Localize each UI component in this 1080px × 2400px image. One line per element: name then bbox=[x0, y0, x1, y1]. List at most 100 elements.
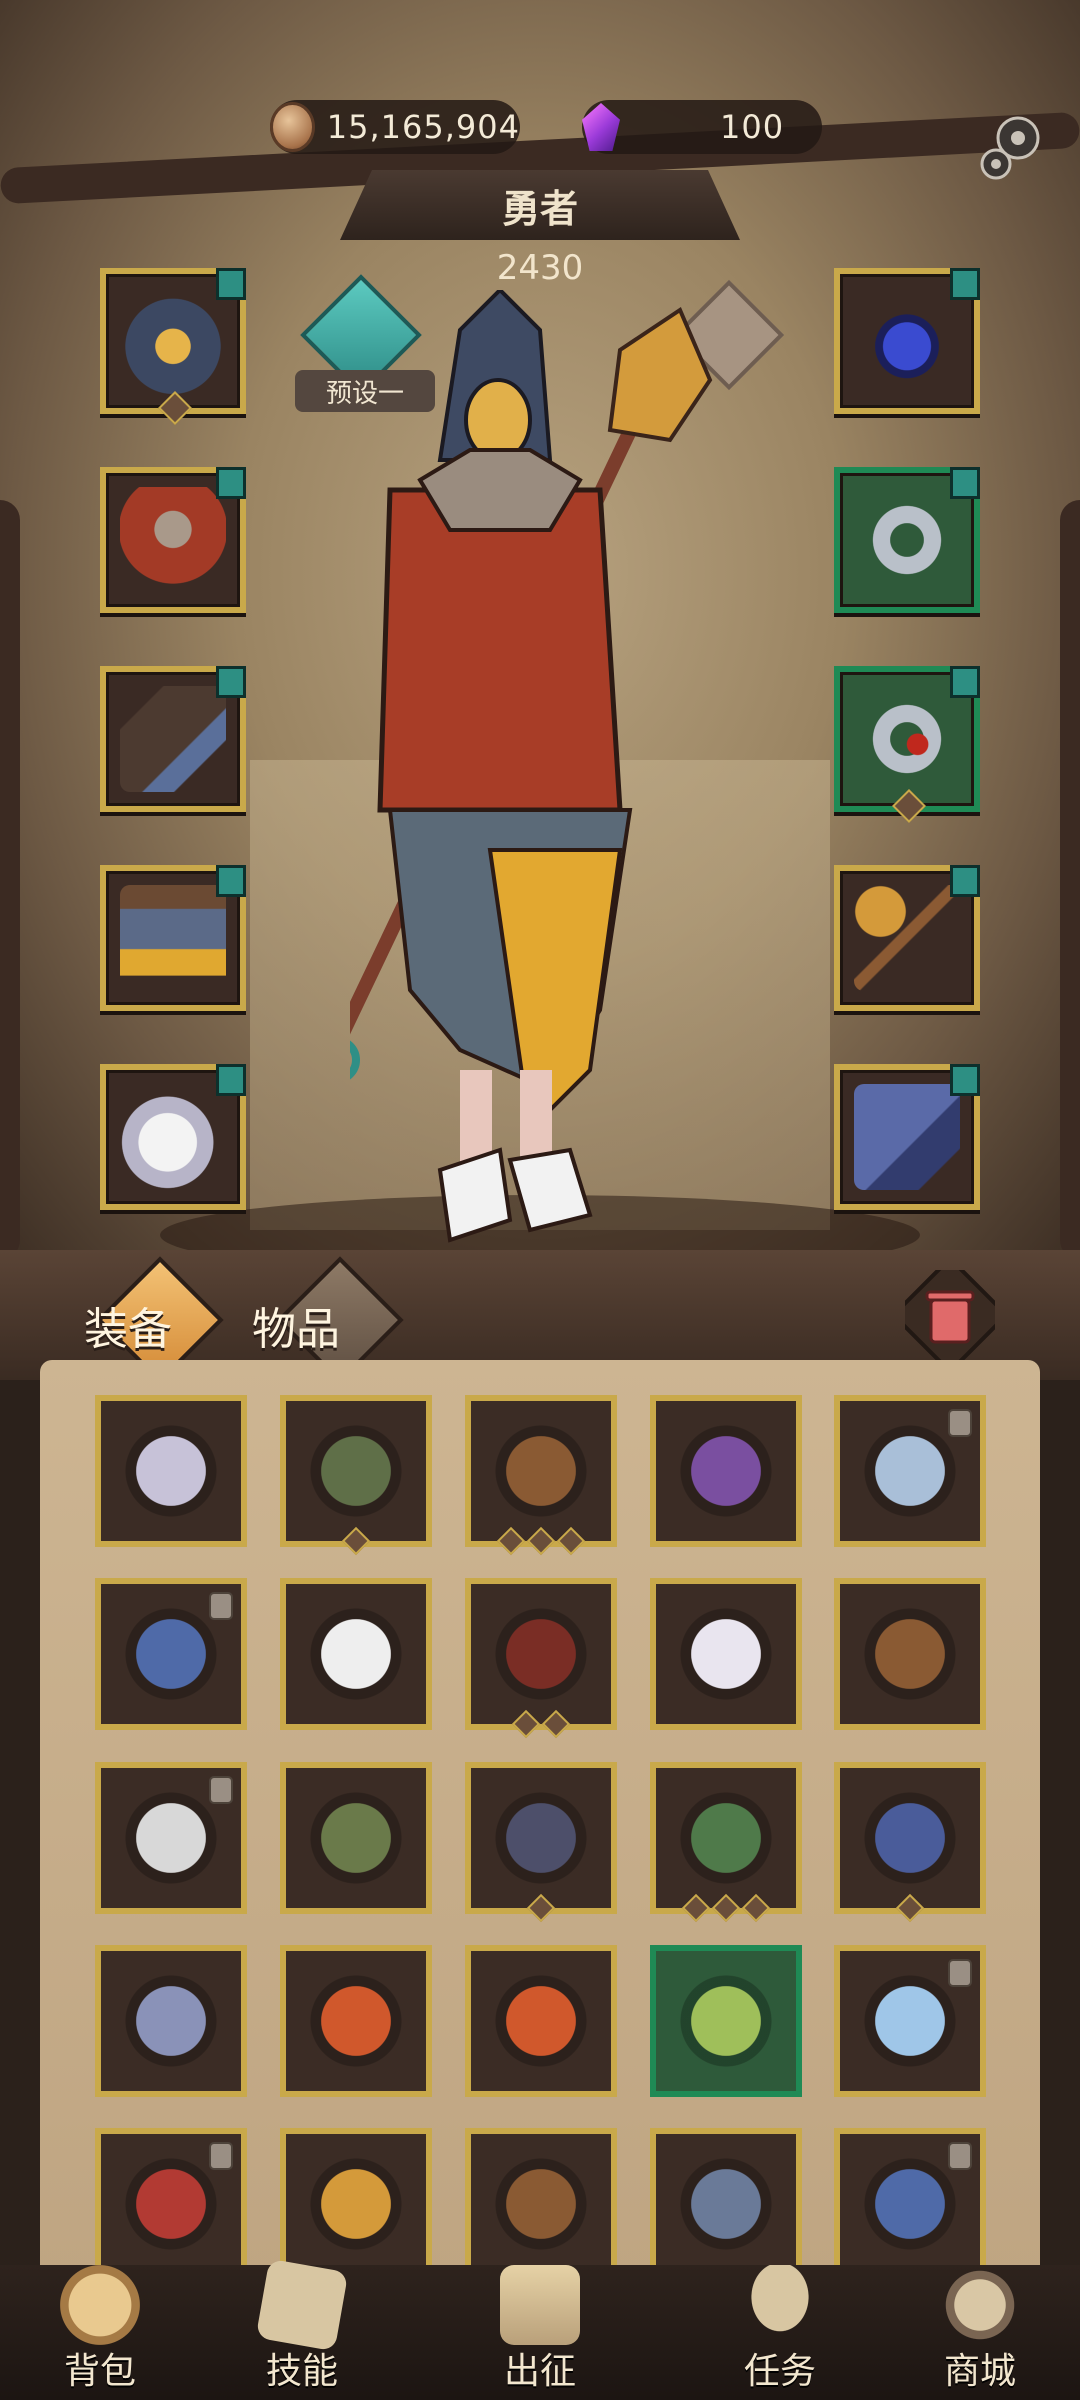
inventory-slot[interactable] bbox=[280, 1578, 432, 1730]
upgrade-pip-icon bbox=[741, 1893, 771, 1923]
inventory-slot[interactable] bbox=[95, 1945, 247, 2097]
upgrade-pip-icon bbox=[895, 1893, 925, 1923]
nav-quests[interactable]: 任务 bbox=[700, 2265, 860, 2400]
leaf-armor-icon bbox=[298, 1413, 414, 1529]
boots-icon bbox=[298, 1596, 414, 1712]
lock-icon bbox=[209, 2142, 233, 2170]
inventory-slot[interactable] bbox=[650, 1762, 802, 1923]
tab-items[interactable]: 物品 bbox=[240, 1256, 440, 1384]
inventory-slot[interactable] bbox=[650, 1945, 802, 2097]
upgrade-pips bbox=[471, 1526, 611, 1556]
inventory-slot[interactable] bbox=[465, 2128, 617, 2280]
inventory-slot[interactable] bbox=[280, 1945, 432, 2097]
spear-icon bbox=[852, 1596, 968, 1712]
inventory-slot[interactable] bbox=[95, 2128, 247, 2280]
upgrade-pips bbox=[656, 1893, 796, 1923]
inventory-slot[interactable] bbox=[280, 1395, 432, 1556]
frame-branch bbox=[0, 500, 20, 1260]
inventory-slot[interactable] bbox=[834, 1762, 986, 1923]
inventory-slot[interactable] bbox=[650, 1578, 802, 1730]
backpack-icon bbox=[60, 2265, 140, 2345]
settings-gear-icon[interactable] bbox=[972, 108, 1052, 188]
hero-class-banner: 勇者 bbox=[340, 170, 740, 240]
spear-icon bbox=[483, 1413, 599, 1529]
nav-skills-label: 技能 bbox=[265, 2351, 338, 2392]
equip-slot-weapon[interactable] bbox=[834, 865, 980, 1011]
hood-icon bbox=[120, 288, 226, 394]
inventory-slot[interactable] bbox=[465, 1578, 617, 1739]
inventory-slot[interactable] bbox=[650, 2128, 802, 2280]
inventory-slot[interactable] bbox=[834, 1945, 986, 2097]
hero-power-value: 2430 bbox=[496, 248, 584, 288]
hero-power-display: 2430 bbox=[420, 240, 660, 296]
spear-icon bbox=[483, 2146, 599, 2262]
inventory-slot[interactable] bbox=[95, 1395, 247, 1547]
quest-icon bbox=[740, 2265, 820, 2345]
glove-icon bbox=[120, 686, 226, 792]
equipped-tag-icon bbox=[950, 268, 980, 300]
hood-mask-icon bbox=[483, 1596, 599, 1712]
upgrade-pips bbox=[840, 1893, 980, 1923]
nav-shop-label: 商城 bbox=[943, 2351, 1016, 2392]
equip-slot-ring-1[interactable] bbox=[834, 467, 980, 613]
lock-icon bbox=[209, 1592, 233, 1620]
gem-icon bbox=[582, 103, 620, 151]
inventory-slot[interactable] bbox=[834, 1395, 986, 1547]
inventory-slot[interactable] bbox=[465, 1945, 617, 2097]
fur-coat-icon bbox=[113, 1413, 229, 1529]
tab-equipment-label: 装备 bbox=[84, 1304, 172, 1355]
skirt-icon bbox=[120, 885, 226, 991]
upgrade-pips bbox=[286, 1526, 426, 1556]
skirt-icon bbox=[668, 2146, 784, 2262]
blue-boots-icon bbox=[852, 1780, 968, 1896]
equip-slot-offhand[interactable] bbox=[834, 1064, 980, 1210]
equip-slot-head[interactable] bbox=[100, 268, 246, 425]
inventory-slot[interactable] bbox=[95, 1578, 247, 1730]
upgrade-pip-icon bbox=[526, 1526, 556, 1556]
inventory-slot[interactable] bbox=[465, 1762, 617, 1923]
gem-counter: 100 bbox=[582, 100, 822, 154]
upgrade-pips bbox=[471, 1709, 611, 1739]
ring-icon bbox=[854, 686, 960, 792]
upgrade-pip-icon bbox=[341, 1526, 371, 1556]
lock-icon bbox=[948, 1409, 972, 1437]
book-icon bbox=[854, 1084, 960, 1190]
tab-equipment[interactable]: 装备 bbox=[60, 1256, 260, 1384]
upgrade-pips bbox=[471, 1893, 611, 1923]
nav-backpack-label: 背包 bbox=[63, 2351, 136, 2392]
equip-slot-hands[interactable] bbox=[100, 666, 246, 812]
thin-staff-icon bbox=[298, 1780, 414, 1896]
upgrade-pip-icon bbox=[496, 1526, 526, 1556]
trash-icon[interactable] bbox=[905, 1270, 995, 1360]
inventory-slot[interactable] bbox=[650, 1395, 802, 1547]
hero-character-portrait bbox=[350, 290, 713, 1243]
fire-book-icon bbox=[298, 1963, 414, 2079]
inventory-slot[interactable] bbox=[834, 2128, 986, 2280]
equipped-tag-icon bbox=[216, 666, 246, 698]
frame-branch bbox=[1060, 500, 1080, 1260]
equipped-tag-icon bbox=[950, 467, 980, 499]
expedition-icon bbox=[500, 2265, 580, 2345]
inventory-slot[interactable] bbox=[95, 1762, 247, 1914]
upgrade-pip-icon bbox=[526, 1893, 556, 1923]
nav-shop[interactable]: 商城 bbox=[900, 2265, 1060, 2400]
ring-icon bbox=[854, 487, 960, 593]
equipped-tag-icon bbox=[216, 865, 246, 897]
equipped-tag-icon bbox=[950, 865, 980, 897]
nav-skills[interactable]: 技能 bbox=[222, 2258, 382, 2400]
staff-icon bbox=[298, 2146, 414, 2262]
inventory-slot[interactable] bbox=[465, 1395, 617, 1556]
nav-backpack[interactable]: 背包 bbox=[20, 2265, 180, 2400]
equip-slot-legs[interactable] bbox=[100, 865, 246, 1011]
equip-slot-body[interactable] bbox=[100, 467, 246, 613]
upgrade-pip-icon bbox=[711, 1893, 741, 1923]
equip-slot-ring-2[interactable] bbox=[834, 666, 980, 823]
inventory-slot[interactable] bbox=[834, 1578, 986, 1730]
equip-slot-necklace[interactable] bbox=[834, 268, 980, 414]
skill-icon bbox=[255, 2258, 349, 2352]
nav-expedition[interactable]: 出征 bbox=[460, 2265, 620, 2400]
shop-icon bbox=[940, 2265, 1020, 2345]
equip-slot-feet[interactable] bbox=[100, 1064, 246, 1210]
inventory-slot[interactable] bbox=[280, 2128, 432, 2280]
inventory-slot[interactable] bbox=[280, 1762, 432, 1914]
